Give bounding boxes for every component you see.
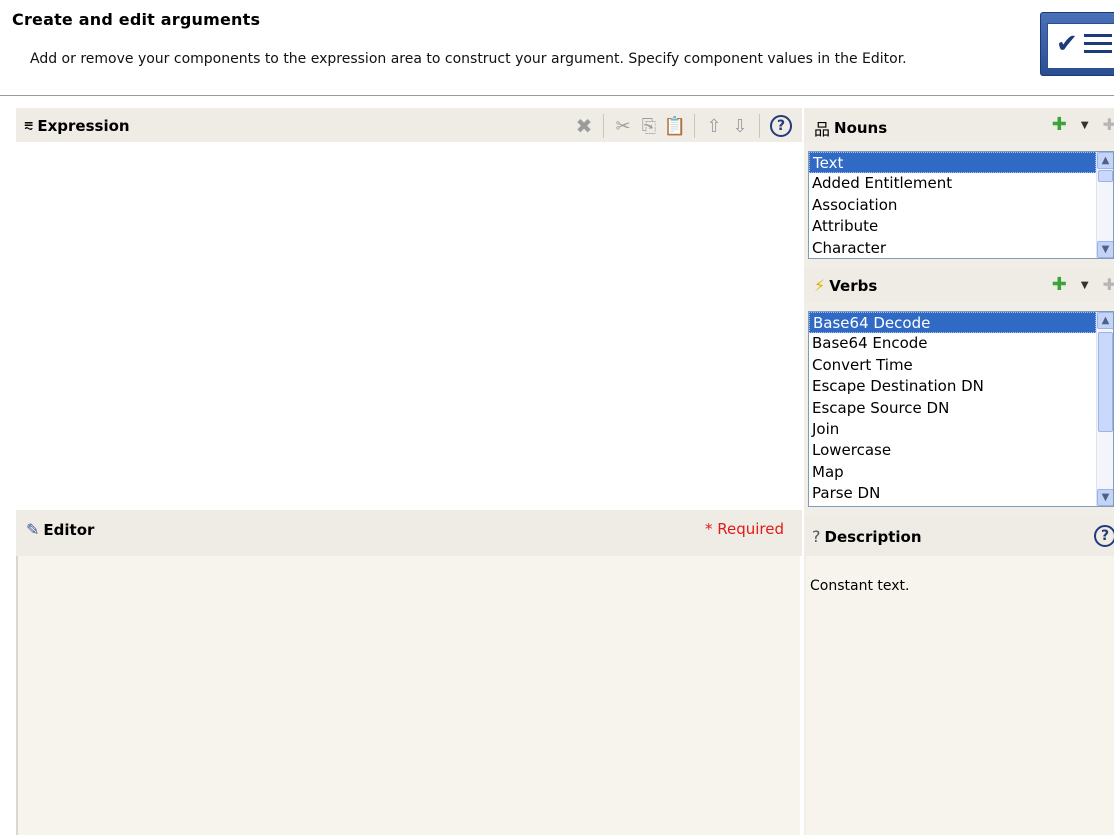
scroll-thumb[interactable] — [1098, 170, 1113, 182]
verbs-scrollbar[interactable]: ▲ ▼ — [1096, 312, 1113, 506]
list-item[interactable]: Parse DN — [809, 483, 1096, 504]
editor-header: ✎ Editor * Required — [16, 510, 802, 556]
page-subtitle: Add or remove your components to the exp… — [30, 51, 907, 67]
list-item[interactable]: Convert Time — [809, 355, 1096, 376]
chevron-down-icon[interactable]: ▼ — [1081, 280, 1089, 291]
toolbar-separator — [603, 114, 604, 138]
remove-verb-icon[interactable]: ✚ — [1103, 277, 1114, 293]
verbs-add-controls: ✚ ▼ ✚ — [1052, 276, 1114, 294]
list-item[interactable]: Map — [809, 462, 1096, 483]
verbs-list[interactable]: Base64 Decode Base64 Encode Convert Time… — [808, 311, 1114, 507]
list-item[interactable]: Added Entitlement — [809, 173, 1096, 194]
description-title: Description — [824, 527, 922, 546]
scroll-up-icon[interactable]: ▲ — [1097, 152, 1113, 169]
scroll-down-icon[interactable]: ▼ — [1097, 489, 1113, 506]
list-item[interactable]: Lowercase — [809, 440, 1096, 461]
nouns-add-controls: ✚ ▼ ✚ — [1052, 116, 1114, 134]
description-area: Constant text. — [806, 556, 1114, 835]
move-up-icon[interactable]: ⇧ — [701, 115, 727, 137]
scroll-up-icon[interactable]: ▲ — [1097, 312, 1113, 329]
nouns-title: Nouns — [834, 119, 888, 137]
list-item[interactable]: Join — [809, 419, 1096, 440]
editor-title: Editor — [43, 520, 95, 539]
delete-icon[interactable]: ✖ — [571, 114, 597, 138]
nouns-icon: 品 — [814, 120, 831, 139]
description-header: ? Description ? — [804, 516, 1114, 556]
list-item[interactable]: Text — [809, 152, 1096, 174]
add-noun-icon[interactable]: ✚ — [1052, 116, 1067, 134]
cut-icon[interactable]: ✂ — [610, 115, 636, 137]
expression-area[interactable] — [16, 142, 802, 508]
remove-noun-icon[interactable]: ✚ — [1103, 117, 1114, 133]
list-item[interactable]: Escape Destination DN — [809, 376, 1096, 397]
list-item[interactable]: Base64 Decode — [809, 312, 1096, 334]
list-item[interactable]: Association — [809, 195, 1096, 216]
pencil-icon: ✎ — [26, 520, 40, 539]
verbs-title: Verbs — [829, 276, 878, 295]
toolbar-separator — [694, 114, 695, 138]
expression-header: ⩳ Expression ✖ ✂ ⎘ 📋 ⇧ ⇩ ? — [16, 108, 802, 142]
nouns-scrollbar[interactable]: ▲ ▼ — [1096, 152, 1113, 258]
help-icon[interactable]: ? — [770, 115, 792, 137]
toolbar-separator — [759, 114, 760, 138]
help-icon[interactable]: ? — [1094, 525, 1114, 547]
expression-toolbar: ✖ ✂ ⎘ 📋 ⇧ ⇩ ? — [571, 114, 792, 138]
expression-title: Expression — [37, 117, 130, 135]
paste-icon[interactable]: 📋 — [662, 115, 688, 137]
list-item[interactable]: Attribute — [809, 216, 1096, 237]
editor-area[interactable] — [16, 556, 800, 835]
required-label: * Required — [704, 520, 784, 538]
verbs-header: ⚡ Verbs ✚ ▼ ✚ — [804, 268, 1114, 302]
checklist-icon: ✔ — [1040, 12, 1114, 76]
list-item[interactable]: Escape Source DN — [809, 398, 1096, 419]
description-text: Constant text. — [810, 578, 910, 594]
copy-icon[interactable]: ⎘ — [636, 115, 662, 137]
page-title: Create and edit arguments — [12, 10, 261, 29]
list-item[interactable]: Base64 Encode — [809, 333, 1096, 354]
verbs-icon: ⚡ — [814, 276, 826, 295]
scroll-down-icon[interactable]: ▼ — [1097, 241, 1113, 258]
expression-icon: ⩳ — [24, 116, 34, 135]
nouns-header: 品 Nouns ✚ ▼ ✚ — [804, 108, 1114, 142]
add-verb-icon[interactable]: ✚ — [1052, 276, 1067, 294]
scroll-thumb[interactable] — [1098, 332, 1113, 432]
list-item[interactable]: Character — [809, 238, 1096, 258]
header: Create and edit arguments Add or remove … — [0, 0, 1114, 96]
chevron-down-icon[interactable]: ▼ — [1081, 120, 1089, 131]
nouns-list[interactable]: Text Added Entitlement Association Attri… — [808, 151, 1114, 259]
move-down-icon[interactable]: ⇩ — [727, 115, 753, 137]
question-icon: ? — [812, 527, 821, 546]
